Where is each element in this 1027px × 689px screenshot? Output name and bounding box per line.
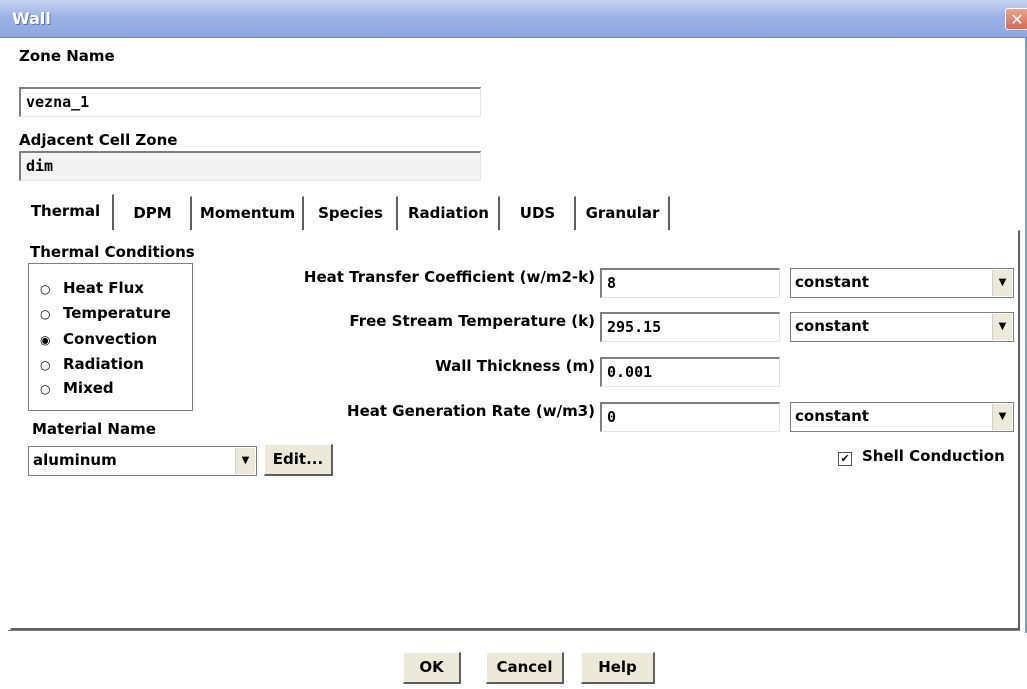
hgr-profile-value: constant	[795, 407, 869, 425]
ok-button[interactable]: OK	[403, 652, 461, 684]
edit-material-button[interactable]: Edit...	[264, 444, 333, 476]
radio-label: Convection	[63, 330, 158, 348]
material-value: aluminum	[33, 451, 117, 469]
radio-label: Mixed	[63, 379, 114, 397]
thermal-conditions-label: Thermal Conditions	[30, 243, 195, 261]
radio-icon: ○	[40, 382, 51, 396]
window-title: Wall	[12, 9, 51, 28]
tab-radiation[interactable]: Radiation	[398, 196, 500, 230]
title-bar[interactable]: Wall ✕	[0, 0, 1027, 38]
radio-mixed[interactable]: ○ Mixed	[40, 379, 114, 399]
material-select[interactable]: aluminum ▼	[28, 446, 257, 476]
radio-icon: ○	[40, 282, 51, 296]
shell-conduction-label: Shell Conduction	[862, 447, 1005, 465]
cancel-button[interactable]: Cancel	[486, 652, 564, 684]
fst-profile-value: constant	[795, 317, 869, 335]
checkmark-icon: ✔	[838, 452, 852, 466]
tab-momentum[interactable]: Momentum	[192, 196, 304, 230]
radio-icon: ○	[40, 307, 51, 321]
fst-label: Free Stream Temperature (k)	[349, 312, 595, 330]
hgr-input[interactable]: 0	[600, 402, 780, 432]
adjacent-cell-zone-field: dim	[19, 151, 481, 181]
radio-label: Temperature	[63, 304, 171, 322]
chevron-down-icon[interactable]: ▼	[992, 314, 1012, 340]
radio-icon: ○	[40, 358, 51, 372]
close-button[interactable]: ✕	[1005, 8, 1027, 30]
fst-input[interactable]: 295.15	[600, 312, 780, 342]
hgr-label: Heat Generation Rate (w/m3)	[347, 402, 595, 420]
fst-profile-select[interactable]: constant ▼	[790, 312, 1014, 342]
chevron-down-icon[interactable]: ▼	[235, 448, 255, 474]
tab-dpm[interactable]: DPM	[114, 196, 192, 230]
wall-thickness-label: Wall Thickness (m)	[435, 357, 595, 375]
tab-thermal[interactable]: Thermal	[18, 194, 114, 230]
close-icon: ✕	[1010, 10, 1024, 29]
radio-label: Radiation	[63, 355, 144, 373]
chevron-down-icon[interactable]: ▼	[992, 404, 1012, 430]
tab-uds[interactable]: UDS	[500, 196, 576, 230]
radio-selected-icon: ◉	[40, 333, 51, 347]
wall-dialog: Wall ✕ Zone Name vezna_1 Adjacent Cell Z…	[0, 0, 1027, 689]
zone-name-label: Zone Name	[19, 47, 115, 65]
footer: OK Cancel Help	[0, 633, 1027, 689]
radio-heat-flux[interactable]: ○ Heat Flux	[40, 279, 144, 299]
chevron-down-icon[interactable]: ▼	[992, 270, 1012, 296]
radio-convection[interactable]: ◉ Convection	[40, 330, 157, 350]
hgr-profile-select[interactable]: constant ▼	[790, 402, 1014, 432]
help-button[interactable]: Help	[581, 652, 655, 684]
adjacent-cell-zone-label: Adjacent Cell Zone	[19, 131, 178, 149]
radio-radiation[interactable]: ○ Radiation	[40, 355, 144, 375]
htc-input[interactable]: 8	[600, 268, 780, 298]
htc-profile-value: constant	[795, 273, 869, 291]
htc-label: Heat Transfer Coefficient (w/m2-k)	[303, 268, 595, 286]
radio-label: Heat Flux	[63, 279, 144, 297]
wall-thickness-input[interactable]: 0.001	[600, 357, 780, 387]
material-name-label: Material Name	[32, 420, 156, 438]
zone-name-input[interactable]: vezna_1	[19, 87, 481, 117]
shell-conduction-checkbox[interactable]: ✔ Shell Conduction	[838, 447, 1005, 466]
tab-granular[interactable]: Granular	[576, 196, 670, 230]
radio-temperature[interactable]: ○ Temperature	[40, 304, 171, 324]
htc-profile-select[interactable]: constant ▼	[790, 268, 1014, 298]
tab-species[interactable]: Species	[304, 196, 398, 230]
